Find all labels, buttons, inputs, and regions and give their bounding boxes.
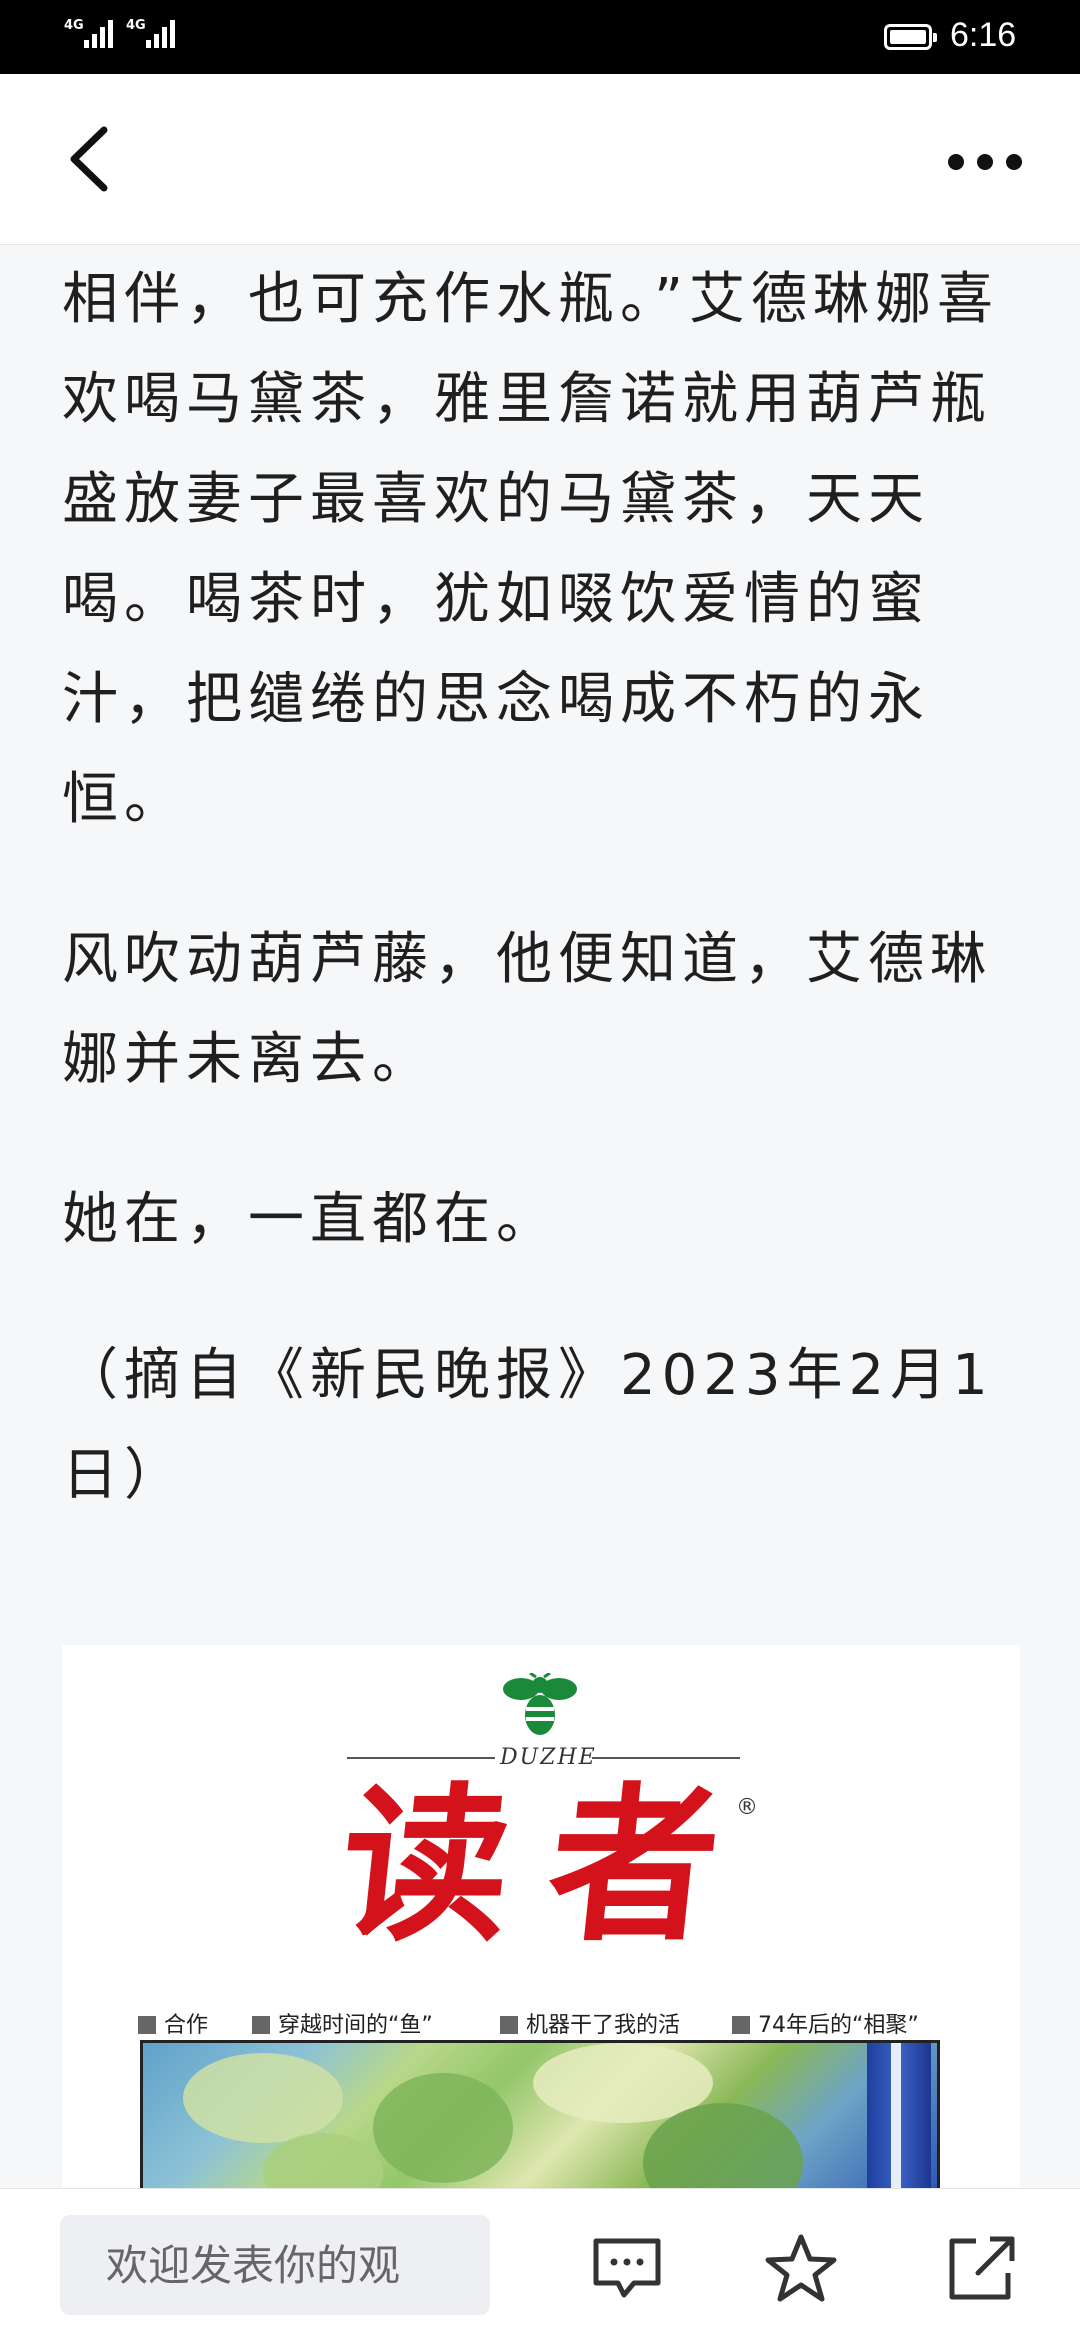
cover-headlines: 合作 穿越时间的“鱼” 机器干了我的活 74年后的“相聚” xyxy=(138,2007,1008,2039)
share-icon[interactable] xyxy=(944,2233,1018,2303)
article-paragraph-1: 相伴，也可充作水瓶。”艾德琳娜喜欢喝马黛茶，雅里詹诺就用葫芦瓶盛放妻子最喜欢的马… xyxy=(62,267,1000,832)
magazine-cover-image[interactable]: DUZHE 读者 ® 合作 穿越时间的“鱼” 机器干了我的活 74年后的“相聚” xyxy=(62,1645,1020,2190)
bottom-action-bar xyxy=(0,2188,1080,2341)
cover-headline: 穿越时间的“鱼” xyxy=(252,2007,433,2039)
status-time: 6:16 xyxy=(950,16,1017,54)
battery-icon xyxy=(884,24,937,50)
article-paragraph-2: 风吹动葫芦藤，他便知道，艾德琳娜并未离去。 xyxy=(62,927,992,1092)
article-source-note: （摘自《新民晚报》2023年2月1日） xyxy=(62,1343,994,1508)
chevron-left-icon[interactable] xyxy=(62,124,122,194)
bee-logo-icon xyxy=(503,1673,577,1735)
divider-right xyxy=(592,1757,740,1759)
signal-1-label: 4G xyxy=(64,18,84,33)
cover-headline: 机器干了我的活 xyxy=(500,2007,680,2039)
comment-input[interactable] xyxy=(60,2215,490,2315)
status-bar: 4G 4G 6:16 xyxy=(0,0,1080,74)
magazine-logo-title: 读者 xyxy=(331,1766,769,1964)
comment-icon[interactable] xyxy=(590,2233,664,2303)
top-nav-bar xyxy=(0,74,1080,245)
star-icon[interactable] xyxy=(764,2233,838,2303)
cover-painting xyxy=(140,2040,940,2190)
cover-headline: 合作 xyxy=(138,2007,208,2039)
signal-2-label: 4G xyxy=(126,18,146,33)
more-horizontal-icon[interactable] xyxy=(948,154,1022,174)
cover-headline: 74年后的“相聚” xyxy=(732,2007,919,2039)
registered-mark: ® xyxy=(736,1795,758,1820)
divider-left xyxy=(347,1757,495,1759)
article-paragraph-3: 她在，一直都在。 xyxy=(62,1187,558,1252)
